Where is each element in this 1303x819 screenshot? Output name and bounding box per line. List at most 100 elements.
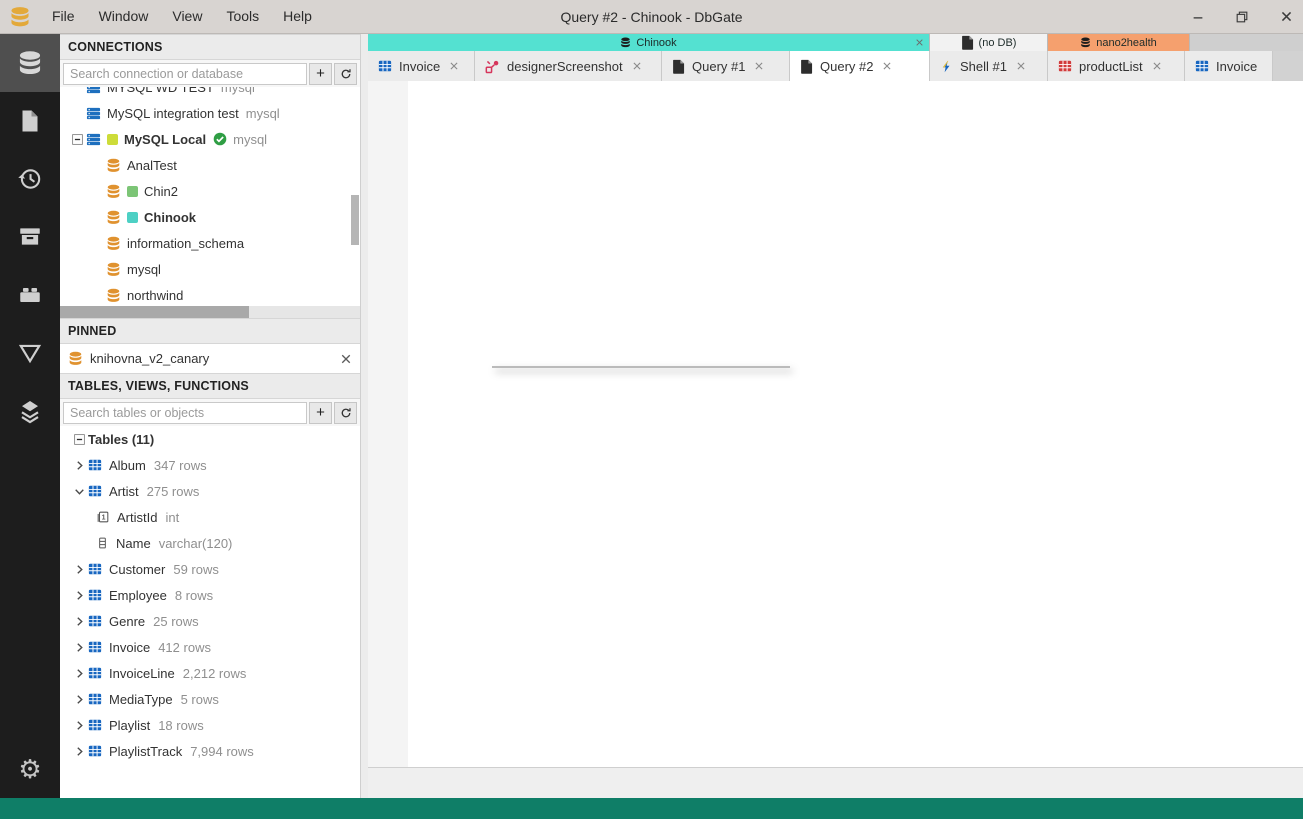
table-row-playlist[interactable]: Playlist 18 rows	[60, 712, 360, 738]
rail-filter-icon[interactable]	[0, 324, 60, 382]
database-information-schema[interactable]: information_schema	[60, 230, 360, 256]
rail-layers-icon[interactable]	[0, 382, 60, 440]
panel-splitter[interactable]	[361, 34, 368, 798]
table-row-invoiceline[interactable]: InvoiceLine 2,212 rows	[60, 660, 360, 686]
close-tab-icon[interactable]	[1016, 61, 1026, 71]
designer-icon	[485, 59, 500, 74]
close-tab-icon[interactable]	[632, 61, 642, 71]
connections-horizontal-scrollbar[interactable]	[60, 306, 360, 318]
close-button[interactable]	[1277, 8, 1295, 26]
menu-file[interactable]: File	[40, 0, 87, 33]
add-object-button[interactable]: +	[309, 401, 332, 424]
server-icon	[86, 106, 101, 121]
chevron-right-icon[interactable]	[70, 720, 88, 731]
column-row-name[interactable]: Name varchar(120)	[60, 530, 360, 556]
tab-group-no-db[interactable]: (no DB)	[930, 34, 1048, 51]
rail-plugins-icon[interactable]	[0, 266, 60, 324]
connection-mysql-integration-test[interactable]: MySQL integration test mysql	[60, 100, 360, 126]
restore-button[interactable]	[1233, 8, 1251, 26]
connection-mysql-local[interactable]: MySQL Local mysql	[60, 126, 360, 152]
database-name: Chin2	[144, 183, 178, 199]
title-bar: File Window View Tools Help Query #2 - Chino…	[0, 0, 1303, 34]
tab-shell-1[interactable]: Shell #1	[930, 51, 1048, 81]
table-row-playlisttrack[interactable]: PlaylistTrack 7,994 rows	[60, 738, 360, 764]
menu-window[interactable]: Window	[87, 0, 161, 33]
tab-label: productList	[1079, 58, 1143, 74]
connection-search-input[interactable]	[63, 62, 307, 85]
tab-productlist[interactable]: productList	[1048, 51, 1185, 81]
table-icon	[88, 614, 102, 628]
tab-label: Query #2	[820, 58, 874, 74]
sql-editor[interactable]	[368, 81, 1303, 767]
column-row-artistid[interactable]: 1 ArtistId int	[60, 504, 360, 530]
table-icon	[88, 718, 102, 732]
table-row-album[interactable]: Album 347 rows	[60, 452, 360, 478]
table-row-mediatype[interactable]: MediaType 5 rows	[60, 686, 360, 712]
editor-code[interactable]	[408, 81, 1303, 767]
chevron-right-icon[interactable]	[70, 460, 88, 471]
database-analtest[interactable]: AnalTest	[60, 152, 360, 178]
tab-group-nano2health[interactable]: nano2health	[1048, 34, 1190, 51]
dbgate-logo-icon	[0, 6, 40, 28]
table-row-customer[interactable]: Customer 59 rows	[60, 556, 360, 582]
database-mysql[interactable]: mysql	[60, 256, 360, 282]
tables-group-header[interactable]: Tables (11)	[60, 426, 360, 452]
rail-database-icon[interactable]	[0, 34, 60, 92]
table-name: InvoiceLine	[109, 665, 175, 681]
close-tab-icon[interactable]	[882, 61, 892, 71]
rail-history-icon[interactable]	[0, 150, 60, 208]
chevron-right-icon[interactable]	[70, 564, 88, 575]
table-row-artist[interactable]: Artist 275 rows	[60, 478, 360, 504]
table-row-employee[interactable]: Employee 8 rows	[60, 582, 360, 608]
database-northwind[interactable]: northwind	[60, 282, 360, 308]
close-tab-icon[interactable]	[754, 61, 764, 71]
chevron-right-icon[interactable]	[70, 590, 88, 601]
collapse-icon[interactable]	[70, 433, 88, 446]
add-connection-button[interactable]: +	[309, 62, 332, 85]
refresh-connections-icon[interactable]	[334, 62, 357, 85]
menu-tools[interactable]: Tools	[214, 0, 271, 33]
table-row-genre[interactable]: Genre 25 rows	[60, 608, 360, 634]
menu-view[interactable]: View	[160, 0, 214, 33]
close-group-icon[interactable]	[915, 38, 924, 47]
close-tab-icon[interactable]	[449, 61, 459, 71]
table-icon	[88, 744, 102, 758]
database-icon	[106, 262, 121, 277]
connections-vertical-scrollbar[interactable]	[351, 195, 359, 245]
menu-bar: File Window View Tools Help	[40, 0, 324, 33]
tab-invoice[interactable]: Invoice	[368, 51, 475, 81]
database-chin2[interactable]: Chin2	[60, 178, 360, 204]
chevron-right-icon[interactable]	[70, 642, 88, 653]
connection-color-swatch	[107, 133, 118, 145]
chevron-right-icon[interactable]	[70, 668, 88, 679]
objects-search-input[interactable]	[63, 401, 307, 424]
tab-designerscreenshot[interactable]: designerScreenshot	[475, 51, 662, 81]
menu-help[interactable]: Help	[271, 0, 324, 33]
settings-gear-icon[interactable]: ⚙	[0, 740, 60, 798]
table-row-invoice[interactable]: Invoice 412 rows	[60, 634, 360, 660]
chevron-right-icon[interactable]	[70, 694, 88, 705]
chevron-right-icon[interactable]	[70, 746, 88, 757]
database-chinook[interactable]: Chinook	[60, 204, 360, 230]
tab-query-1[interactable]: Query #1	[662, 51, 790, 81]
database-icon	[68, 351, 83, 366]
primary-key-column-icon: 1	[96, 510, 110, 524]
refresh-objects-icon[interactable]	[334, 401, 357, 424]
connection-mysql-wd-test[interactable]: MYSQL WD TEST mysql	[60, 87, 360, 100]
table-name: Artist	[109, 483, 139, 499]
close-tab-icon[interactable]	[1152, 61, 1162, 71]
rail-file-icon[interactable]	[0, 92, 60, 150]
column-name: Name	[116, 535, 151, 551]
chevron-down-icon[interactable]	[70, 486, 88, 497]
chevron-right-icon[interactable]	[70, 616, 88, 627]
tab-invoice[interactable]: Invoice	[1185, 51, 1273, 81]
collapse-icon[interactable]	[68, 133, 86, 146]
minimize-button[interactable]	[1189, 8, 1207, 26]
tab-group-chinook[interactable]: Chinook	[368, 34, 930, 51]
pinned-header: PINNED	[60, 318, 360, 344]
pinned-item-knihovna-v2-canary[interactable]: knihovna_v2_canary	[60, 344, 360, 373]
unpin-close-icon[interactable]	[340, 353, 352, 365]
rail-archive-icon[interactable]	[0, 208, 60, 266]
tab-query-2[interactable]: Query #2	[790, 51, 930, 81]
connections-header: CONNECTIONS	[60, 34, 360, 60]
